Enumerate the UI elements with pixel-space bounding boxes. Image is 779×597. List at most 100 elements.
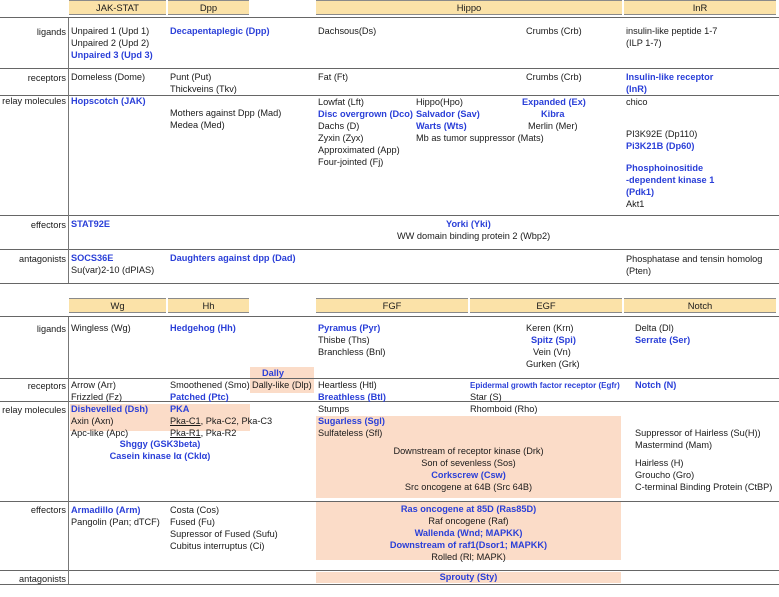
row-divider xyxy=(0,316,779,317)
cell-text: Delta (Dl) xyxy=(635,323,674,333)
cell-text: Decapentaplegic (Dpp) xyxy=(170,26,270,36)
cell-text: (InR) xyxy=(626,84,647,94)
row-divider xyxy=(0,283,779,284)
cell-text: Insulin-like receptor xyxy=(626,72,714,82)
cell-text: Corkscrew (Csw) xyxy=(431,470,506,480)
header-wg: Wg xyxy=(69,298,166,313)
cell-text: Downstream of raf1(Dsor1; MAPKK) xyxy=(389,540,548,550)
cell-text: Dachs (D) xyxy=(318,121,360,131)
cell-text: Pi3K21B (Dp60) xyxy=(626,141,695,151)
cell-text: (ILP 1-7) xyxy=(626,38,662,48)
cell-text: Rhomboid (Rho) xyxy=(470,404,538,414)
cell-text: Dally-like (Dlp) xyxy=(252,380,312,390)
cell-text: Groucho (Gro) xyxy=(635,470,695,480)
cell-text: Patched (Ptc) xyxy=(170,392,229,402)
cell-text: Gurken (Grk) xyxy=(526,359,580,369)
cell-text: Akt1 xyxy=(626,199,645,209)
row-divider xyxy=(0,249,779,250)
row-label-effectors: effectors xyxy=(30,220,66,230)
cell-text: Hedgehog (Hh) xyxy=(170,323,236,333)
cell-text: Dishevelled (Dsh) xyxy=(71,404,149,414)
cell-text: Unpaired 1 (Upd 1) xyxy=(71,26,150,36)
cell-text: Fat (Ft) xyxy=(318,72,349,82)
cell-text: Sugarless (Sgl) xyxy=(318,416,385,426)
cell-text: Kibra xyxy=(541,109,565,119)
cell-text: Approximated (App) xyxy=(318,145,400,155)
row-label-relay: relay molecules xyxy=(2,405,66,415)
cell-text: Pka-C1, Pka-C2, Pka-C3 xyxy=(170,416,272,428)
row-label-ligands: ligands xyxy=(36,27,66,37)
cell-text: (Pten) xyxy=(626,266,652,276)
cell-text: Smoothened (Smo) xyxy=(170,380,250,390)
cell-text: Costa (Cos) xyxy=(170,505,220,515)
cell-text: Phosphoinositide xyxy=(626,163,704,173)
cell-text: Zyxin (Zyx) xyxy=(318,133,364,143)
row-label-antagonists: antagonists xyxy=(19,254,66,264)
cell-text: Raf oncogene (Raf) xyxy=(428,516,509,526)
cell-text: Frizzled (Fz) xyxy=(71,392,123,402)
cell-text: PI3K92E (Dp110) xyxy=(626,129,698,139)
cell-text: STAT92E xyxy=(71,219,110,229)
cell-text: Heartless (Htl) xyxy=(318,380,377,390)
cell-text: Dally xyxy=(262,368,284,378)
row-label-ligands: ligands xyxy=(36,324,66,334)
cell-text: Armadillo (Arm) xyxy=(71,505,141,515)
cell-text: Branchless (Bnl) xyxy=(318,347,386,357)
row-label-effectors: effectors xyxy=(30,505,66,515)
cell-text: Breathless (Btl) xyxy=(318,392,386,402)
cell-text: Wingless (Wg) xyxy=(71,323,131,333)
cell-text: Su(var)2-10 (dPIAS) xyxy=(71,265,155,275)
cell-text: Pka-R1, Pka-R2 xyxy=(170,428,236,440)
cell-text: Salvador (Sav) xyxy=(416,109,480,119)
cell-text: PKA xyxy=(170,404,190,414)
row-divider xyxy=(0,501,779,502)
cell-text: Hippo(Hpo) xyxy=(416,97,463,107)
pka-r1-text: Pka-R1 xyxy=(170,428,201,438)
cell-text: Crumbs (Crb) xyxy=(526,26,582,36)
cell-text: Four-jointed (Fj) xyxy=(318,157,384,167)
cell-text: Keren (Krn) xyxy=(526,323,574,333)
cell-text: Disc overgrown (Dco) xyxy=(318,109,413,119)
cell-text: Suppressor of Hairless (Su(H)) xyxy=(635,428,761,438)
cell-text: Notch (N) xyxy=(635,380,677,390)
cell-text: Thickveins (Tkv) xyxy=(170,84,237,94)
cell-text: Merlin (Mer) xyxy=(528,121,578,131)
cell-text: Dachsous(Ds) xyxy=(318,26,377,36)
cell-text: Punt (Put) xyxy=(170,72,212,82)
cell-text: Sulfateless (Sfl) xyxy=(318,428,383,438)
row-divider xyxy=(0,17,779,18)
cell-text: C-terminal Binding Protein (CtBP) xyxy=(635,482,773,492)
cell-text: Downstream of receptor kinase (Drk) xyxy=(393,446,544,456)
row-divider xyxy=(0,378,779,379)
cell-text: Epidermal growth factor receptor (Egfr) xyxy=(470,381,620,390)
cell-text: Vein (Vn) xyxy=(533,347,571,357)
row-divider xyxy=(0,570,779,571)
cell-text: Hopscotch (JAK) xyxy=(71,96,146,106)
cell-text: Daughters against dpp (Dad) xyxy=(170,253,296,263)
header-fgf: FGF xyxy=(316,298,468,313)
cell-text: Wallenda (Wnd; MAPKK) xyxy=(414,528,523,538)
header-notch: Notch xyxy=(624,298,776,313)
pka-c1-text: Pka-C1 xyxy=(170,416,201,426)
cell-text: Medea (Med) xyxy=(170,120,225,130)
row-label-antagonists: antagonists xyxy=(19,574,66,584)
cell-text: Warts (Wts) xyxy=(416,121,467,131)
cell-text: Mothers against Dpp (Mad) xyxy=(170,108,282,118)
cell-text: Ras oncogene at 85D (Ras85D) xyxy=(400,504,537,514)
cell-text: Fused (Fu) xyxy=(170,517,215,527)
cell-text: Spitz (Spi) xyxy=(531,335,576,345)
cell-text: Star (S) xyxy=(470,392,502,402)
cell-text: Pyramus (Pyr) xyxy=(318,323,381,333)
label-column-separator xyxy=(68,317,69,584)
cell-text: Phosphatase and tensin homolog xyxy=(626,254,763,264)
header-egf: EGF xyxy=(470,298,622,313)
cell-text: Son of sevenless (Sos) xyxy=(421,458,516,468)
header-hippo: Hippo xyxy=(316,0,622,15)
cell-text: Axin (Axn) xyxy=(71,416,114,426)
header-hh: Hh xyxy=(168,298,249,313)
header-dpp: Dpp xyxy=(168,0,249,15)
cell-text: Yorki (Yki) xyxy=(446,219,491,229)
cell-text: SOCS36E xyxy=(71,253,114,263)
row-label-receptors: receptors xyxy=(27,381,66,391)
cell-text: Rolled (Rl; MAPK) xyxy=(431,552,506,562)
